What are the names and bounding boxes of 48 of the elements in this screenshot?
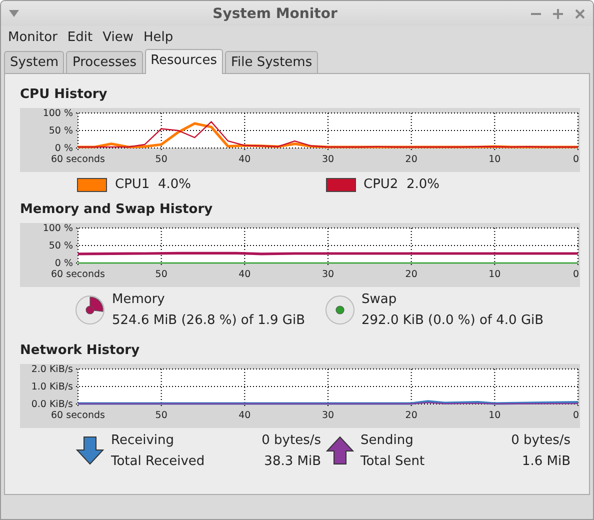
rate-value: 0 bytes/s xyxy=(260,433,321,448)
axis-label: 0.0 KiB/s xyxy=(31,399,73,410)
axis-label: 1.0 KiB/s xyxy=(31,382,73,392)
axis-label: 20 xyxy=(405,154,418,165)
axis-label: 50 xyxy=(155,269,168,280)
cpu-label: CPU1 4.0% xyxy=(115,177,191,192)
window-title: System Monitor xyxy=(212,6,338,22)
axis-label: 100 % xyxy=(42,223,73,234)
axis-label: 40 xyxy=(238,154,251,165)
axis-label: 50 xyxy=(155,154,168,165)
axis-label: 60 seconds xyxy=(51,269,105,280)
total-label: Total Received xyxy=(111,454,206,469)
axis-label: 50 % xyxy=(48,240,73,252)
axis-label: 0 % xyxy=(54,143,73,154)
axis-label: 20 xyxy=(405,410,418,421)
axis-label: 0 % xyxy=(54,258,73,269)
total-label: Total Sent xyxy=(360,454,426,469)
rate-label: Receiving xyxy=(111,433,176,448)
axis-label: 0 xyxy=(572,410,580,421)
axis-label: 30 xyxy=(322,269,334,280)
axis-label: 2.0 KiB/s xyxy=(31,364,73,375)
cpu-label: CPU2 2.0% xyxy=(364,177,440,192)
usage-detail: 292.0 KiB (0.0 %) of 4.0 GiB xyxy=(362,313,544,328)
usage-label: Swap xyxy=(362,292,398,307)
usage-detail: 524.6 MiB (26.8 %) of 1.9 GiB xyxy=(112,313,306,328)
axis-label: 0 xyxy=(572,154,580,165)
axis-label: 30 xyxy=(322,410,334,421)
axis-label: 30 xyxy=(322,154,334,165)
usage-label: Memory xyxy=(112,292,166,307)
axis-label: 10 xyxy=(488,269,501,280)
axis-label: 10 xyxy=(488,154,501,165)
total-value: 38.3 MiB xyxy=(263,454,321,469)
section-heading: Memory and Swap History xyxy=(20,202,214,217)
axis-label: 50 % xyxy=(48,126,73,136)
section-heading: CPU History xyxy=(20,87,108,102)
axis-label: 40 xyxy=(238,410,251,421)
total-value: 1.6 MiB xyxy=(520,454,570,469)
axis-label: 20 xyxy=(405,269,418,280)
axis-label: 10 xyxy=(488,410,501,421)
axis-label: 50 xyxy=(155,410,168,421)
section-heading: Network History xyxy=(20,343,141,358)
axis-label: 100 % xyxy=(42,108,73,119)
rate-value: 0 bytes/s xyxy=(510,433,570,448)
axis-label: 60 seconds xyxy=(51,410,105,421)
axis-label: 60 seconds xyxy=(51,154,105,165)
axis-label: 0 xyxy=(572,269,580,280)
rate-label: Sending xyxy=(360,433,414,448)
axis-label: 40 xyxy=(238,269,251,280)
